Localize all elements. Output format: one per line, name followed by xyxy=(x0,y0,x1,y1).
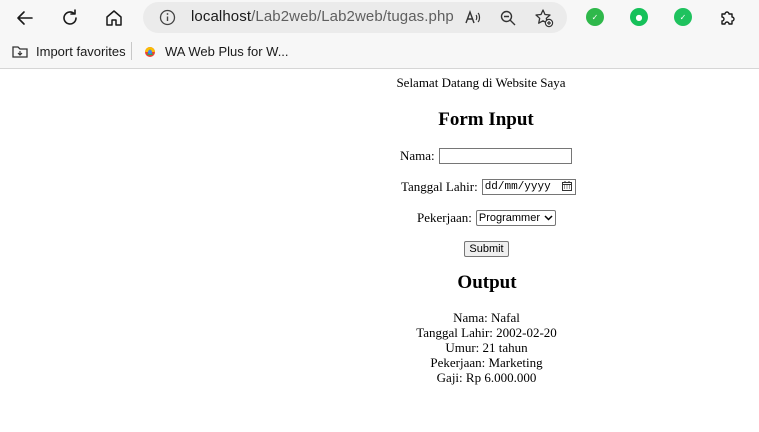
url-text[interactable]: localhost/Lab2web/Lab2web/tugas.php xyxy=(191,8,454,25)
import-favorites-label: Import favorites xyxy=(36,43,126,59)
output-umur: Umur: 21 tahun xyxy=(445,340,528,355)
extension-green-chat-icon[interactable]: ✓ xyxy=(674,8,692,26)
extension-green-bot-icon[interactable]: ● xyxy=(630,8,648,26)
output-tanggal: Tanggal Lahir: 2002-02-20 xyxy=(416,325,557,340)
url-host: localhost xyxy=(191,8,252,25)
chevron-down-icon xyxy=(544,215,553,221)
star-add-icon xyxy=(535,9,554,28)
back-button[interactable] xyxy=(10,3,40,33)
output-title: Output xyxy=(457,272,517,293)
pekerjaan-row: Pekerjaan: Programmer xyxy=(417,210,556,226)
submit-button[interactable]: Submit xyxy=(464,241,509,257)
site-info-icon[interactable] xyxy=(159,9,176,26)
welcome-text: Selamat Datang di Website Saya xyxy=(396,75,566,90)
tanggal-label: Tanggal Lahir: xyxy=(401,179,478,194)
back-arrow-icon xyxy=(17,11,33,25)
favorites-divider xyxy=(131,42,132,60)
refresh-button[interactable] xyxy=(55,3,85,33)
output-pekerjaan: Pekerjaan: Marketing xyxy=(430,355,543,370)
puzzle-icon xyxy=(721,11,735,25)
home-button[interactable] xyxy=(99,3,129,33)
refresh-icon xyxy=(63,9,77,25)
form-title: Form Input xyxy=(438,109,534,130)
zoom-button[interactable] xyxy=(498,8,518,28)
extension-chatgpt-icon[interactable]: ✓ xyxy=(586,8,604,26)
output-nama: Nama: Nafal xyxy=(453,310,520,325)
nama-input[interactable] xyxy=(438,148,572,164)
pekerjaan-selected: Programmer xyxy=(478,212,540,224)
favorites-bar: Import favorites WA Web Plus for W... xyxy=(0,35,759,69)
import-favorites-link[interactable]: Import favorites xyxy=(11,41,126,61)
url-path: /Lab2web/Lab2web/tugas.php xyxy=(251,8,454,25)
read-aloud-icon xyxy=(465,9,481,24)
wa-web-plus-label: WA Web Plus for W... xyxy=(165,43,289,59)
page-content: Selamat Datang di Website Saya Form Inpu… xyxy=(0,69,759,432)
tanggal-placeholder: dd/mm/yyyy xyxy=(484,181,551,193)
zoom-out-icon xyxy=(500,10,516,26)
tanggal-row: Tanggal Lahir: dd/mm/yyyy xyxy=(401,179,576,195)
output-gaji: Gaji: Rp 6.000.000 xyxy=(436,370,537,385)
pekerjaan-label: Pekerjaan: xyxy=(417,210,472,225)
read-aloud-button[interactable] xyxy=(463,8,483,28)
calendar-icon[interactable] xyxy=(561,181,572,191)
home-icon xyxy=(106,10,122,26)
address-bar[interactable]: localhost/Lab2web/Lab2web/tugas.php xyxy=(143,2,567,33)
add-favorite-button[interactable] xyxy=(534,8,554,28)
import-favorites-icon xyxy=(12,46,28,58)
tanggal-input[interactable]: dd/mm/yyyy xyxy=(481,179,576,195)
nama-row: Nama: xyxy=(400,148,572,164)
wa-web-plus-icon xyxy=(145,47,155,57)
pekerjaan-select[interactable]: Programmer xyxy=(475,210,556,226)
browser-toolbar: localhost/Lab2web/Lab2web/tugas.php ✓ ● … xyxy=(0,0,759,35)
extensions-button[interactable] xyxy=(713,3,743,33)
nama-label: Nama: xyxy=(400,148,435,163)
wa-web-plus-link[interactable]: WA Web Plus for W... xyxy=(142,41,289,61)
